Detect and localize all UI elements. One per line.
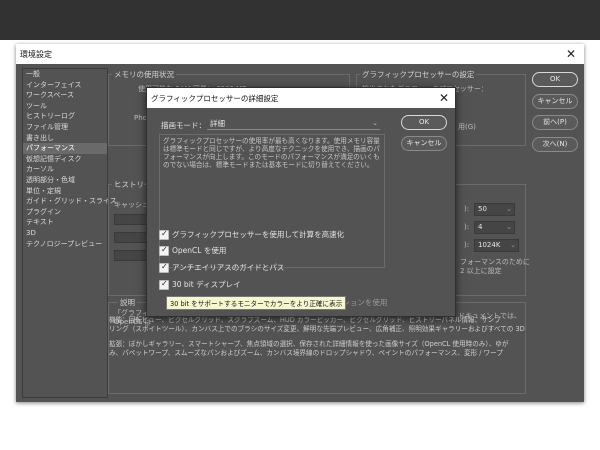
ok-button[interactable]: OK <box>532 72 578 87</box>
cache-colon: ): <box>464 223 470 231</box>
chevron-down-icon: ⌄ <box>372 119 378 127</box>
advanced-ok-button[interactable]: OK <box>401 115 447 130</box>
advanced-gpu-settings-dialog: グラフィックプロセッサーの詳細設定 ✕ 描画モード： 詳細 ⌄ グラフィックプロ… <box>146 87 456 317</box>
description-features-line2: リング（スポイトツール）、カンバス上でのブラシのサイズ変更、鮮明な先端プレビュー… <box>109 325 525 333</box>
chevron-down-icon: ⌄ <box>506 205 512 213</box>
sidebar-item[interactable]: ファイル管理 <box>23 122 107 133</box>
preferences-title: 環境設定 <box>20 50 52 59</box>
sidebar-item[interactable]: 一般 <box>23 69 107 80</box>
close-icon[interactable]: ✕ <box>566 48 576 60</box>
drawing-mode-label: 描画モード： <box>161 121 206 130</box>
app-top-bar <box>0 0 600 40</box>
use-gpu-text: 用(G) <box>458 123 476 131</box>
sidebar-item[interactable]: ガイド・グリッド・スライス <box>23 196 117 207</box>
checkbox-box[interactable]: ✓ <box>159 279 169 290</box>
preferences-titlebar: 環境設定 ✕ <box>16 44 584 64</box>
checkbox-box[interactable]: ✓ <box>159 262 169 273</box>
sidebar-item[interactable]: 書き出し <box>23 133 107 144</box>
description-extended-line2: み、パペットワープ、スムーズなパンおよびズーム、カンバス境界線のドロップシャドウ… <box>109 349 503 357</box>
sidebar-item[interactable]: テキスト <box>23 217 107 228</box>
drawing-mode-description: グラフィックプロセッサーの使用率が最も高くなります。使用メモリ容量は標準モードと… <box>163 137 380 169</box>
chevron-down-icon: ⌄ <box>510 241 516 249</box>
thirty-bit-display-label: 30 bit ディスプレイ <box>172 280 241 289</box>
gpu-compute-label: グラフィックプロセッサーを使用して計算を高速化 <box>172 230 345 239</box>
sidebar-item[interactable]: ツール <box>23 101 107 112</box>
cancel-button[interactable]: キャンセル <box>532 94 578 109</box>
preferences-sidebar: 一般 インターフェイス ワークスペース ツール ヒストリーログ ファイル管理 書き出し パフォ… <box>22 68 117 398</box>
sidebar-item[interactable]: ワークスペース <box>23 90 107 101</box>
antialias-guides-label: アンチエイリアスのガイドとパス <box>172 263 285 272</box>
performance-hint-2: 2 以上に設定 <box>460 267 502 275</box>
sidebar-item[interactable]: 仮想記憶ディスク <box>23 154 107 165</box>
checkbox-box[interactable]: ✓ <box>159 245 169 256</box>
advanced-dialog-title: グラフィックプロセッサーの詳細設定 <box>151 94 279 103</box>
advanced-dialog-titlebar: グラフィックプロセッサーの詳細設定 ✕ <box>147 88 455 108</box>
sidebar-item[interactable]: ヒストリーログ <box>23 111 107 122</box>
memory-usage-label: メモリの使用状況 <box>112 69 176 80</box>
sidebar-item[interactable]: 単位・定規 <box>23 186 107 197</box>
advanced-cancel-button[interactable]: キャンセル <box>401 136 447 151</box>
check-icon: ✓ <box>161 245 168 254</box>
history-states-select[interactable]: 50 ⌄ <box>474 203 515 216</box>
sidebar-item[interactable]: 透明部分・色域 <box>23 175 107 186</box>
history-states-value: 50 <box>478 205 487 213</box>
drawing-mode-value: 詳細 <box>210 119 225 128</box>
close-icon[interactable]: ✕ <box>439 92 449 104</box>
chevron-down-icon: ⌄ <box>506 223 512 231</box>
cache-levels-select[interactable]: 4 ⌄ <box>474 221 515 234</box>
check-icon: ✓ <box>161 229 168 238</box>
sidebar-item[interactable]: 3D <box>23 228 107 239</box>
checkbox-box[interactable]: ✓ <box>159 229 169 240</box>
next-button[interactable]: 次へ(N) <box>532 137 578 152</box>
sidebar-item[interactable]: テクノロジープレビュー <box>23 239 107 250</box>
sidebar-item[interactable]: パフォーマンス <box>23 143 107 154</box>
thirty-bit-tooltip: 30 bit をサポートするモニターでカラーをより正確に表示 <box>166 296 347 310</box>
cache-tile-size-value: 1024K <box>478 241 501 249</box>
tile-colon: ): <box>464 241 470 249</box>
check-icon: ✓ <box>161 279 168 288</box>
photoshop-memory-text: Pho <box>134 114 147 122</box>
drawing-mode-select[interactable]: 詳細 ⌄ <box>207 118 380 130</box>
gpu-settings-label: グラフィックプロセッサーの設定 <box>360 69 477 80</box>
history-colon: ): <box>464 205 470 213</box>
description-label: 説明 <box>118 297 137 308</box>
check-icon: ✓ <box>161 262 168 271</box>
cache-tile-size-select[interactable]: 1024K ⌄ <box>474 239 519 252</box>
sidebar-item[interactable]: カーソル <box>23 164 107 175</box>
sidebar-item[interactable]: プラグイン <box>23 207 107 218</box>
cache-levels-value: 4 <box>478 223 483 231</box>
sidebar-item[interactable]: インターフェイス <box>23 80 107 91</box>
opencl-label: OpenCL を使用 <box>172 246 227 255</box>
previous-button[interactable]: 前へ(P) <box>532 115 578 130</box>
